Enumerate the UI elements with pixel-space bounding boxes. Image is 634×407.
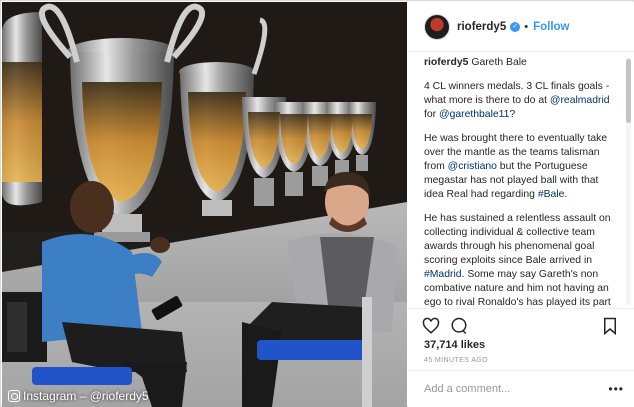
photo-illustration	[2, 2, 407, 407]
hashtag-link[interactable]: #Bale	[538, 189, 565, 200]
scrollbar-thumb[interactable]	[626, 59, 631, 123]
like-heart-icon[interactable]	[422, 317, 440, 335]
caption-text: He has sustained a relentless assault on…	[424, 213, 611, 266]
comment-box: •••	[408, 370, 634, 407]
bookmark-icon[interactable]	[602, 317, 618, 335]
comment-bubble-icon[interactable]	[450, 317, 468, 335]
post-caption: rioferdy5 Gareth Bale 4 CL winners medal…	[424, 53, 618, 308]
post-header: rioferdy5 ✓ • Follow	[408, 2, 634, 52]
username-link[interactable]: rioferdy5	[457, 21, 506, 33]
post-photo[interactable]: Instagram – @rioferdy5	[2, 2, 407, 407]
instagram-embed: Instagram – @rioferdy5 rioferdy5 ✓ • Fol…	[0, 0, 634, 407]
trophy-large-1	[2, 12, 42, 206]
more-options-icon[interactable]: •••	[608, 382, 624, 396]
caption-text: for	[424, 109, 440, 120]
mention-link[interactable]: @garethbale11	[439, 109, 509, 120]
caption-text: .	[564, 189, 568, 200]
hashtag-link[interactable]: #Madrid	[424, 269, 462, 280]
post-actions	[408, 308, 634, 342]
comment-input[interactable]	[424, 383, 614, 395]
caption-scrollbar[interactable]	[626, 57, 631, 305]
post-side-panel: rioferdy5 ✓ • Follow rioferdy5 Gareth Ba…	[408, 2, 634, 407]
chair-left	[32, 367, 132, 385]
mention-link[interactable]: @cristiano	[448, 161, 497, 172]
caption-author[interactable]: rioferdy5	[424, 57, 468, 68]
mention-link[interactable]: @realmadrid	[550, 95, 610, 106]
separator-dot: •	[524, 20, 529, 33]
watermark-text: Instagram – @rioferdy5	[23, 389, 149, 403]
photo-watermark: Instagram – @rioferdy5	[8, 389, 149, 403]
avatar[interactable]	[424, 13, 450, 40]
caption-title: Gareth Bale	[471, 57, 527, 68]
instagram-icon	[8, 390, 20, 402]
verified-badge-icon: ✓	[510, 21, 521, 32]
post-timestamp: 45 MINUTES AGO	[424, 357, 488, 364]
likes-count[interactable]: 37,714 likes	[424, 339, 485, 351]
follow-button[interactable]: Follow	[533, 21, 569, 33]
caption-text: ?	[509, 109, 516, 120]
